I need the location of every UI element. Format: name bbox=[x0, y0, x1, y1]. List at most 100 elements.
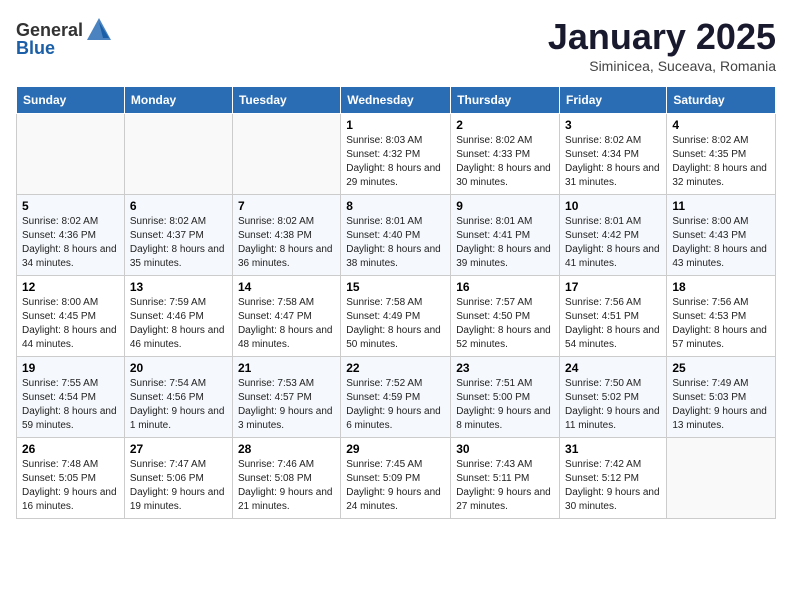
month-title: January 2025 bbox=[548, 16, 776, 58]
weekday-header-sunday: Sunday bbox=[17, 87, 125, 114]
day-info: Sunrise: 7:55 AM Sunset: 4:54 PM Dayligh… bbox=[22, 377, 119, 433]
weekday-header-friday: Friday bbox=[560, 87, 667, 114]
calendar-cell: 8Sunrise: 8:01 AM Sunset: 4:40 PM Daylig… bbox=[341, 195, 451, 276]
logo-blue: Blue bbox=[16, 38, 55, 59]
day-info: Sunrise: 8:02 AM Sunset: 4:34 PM Dayligh… bbox=[565, 134, 661, 190]
day-info: Sunrise: 8:02 AM Sunset: 4:37 PM Dayligh… bbox=[130, 215, 227, 271]
calendar-cell: 19 Sunrise: 7:55 AM Sunset: 4:54 PM Dayli… bbox=[17, 357, 125, 438]
day-number: 22 bbox=[346, 361, 445, 375]
day-number: 4 bbox=[672, 118, 770, 132]
day-info: Sunrise: 7:48 AM Sunset: 5:05 PM Dayligh… bbox=[22, 458, 119, 514]
day-number: 30 bbox=[456, 442, 554, 456]
week-row-3: 12 Sunrise: 8:00 AM Sunset: 4:45 PM Dayli… bbox=[17, 276, 776, 357]
calendar-cell: 16 Sunrise: 7:57 AM Sunset: 4:50 PM Dayli… bbox=[451, 276, 560, 357]
weekday-header-wednesday: Wednesday bbox=[341, 87, 451, 114]
day-number: 24 bbox=[565, 361, 661, 375]
day-info: Sunrise: 8:00 AM Sunset: 4:45 PM Dayligh… bbox=[22, 296, 119, 352]
logo-icon bbox=[85, 16, 113, 44]
calendar-cell: 6 Sunrise: 8:02 AM Sunset: 4:37 PM Daylig… bbox=[124, 195, 232, 276]
day-info: Sunrise: 7:57 AM Sunset: 4:50 PM Dayligh… bbox=[456, 296, 554, 352]
calendar-cell: 4 Sunrise: 8:02 AM Sunset: 4:35 PM Daylig… bbox=[667, 114, 776, 195]
day-info: Sunrise: 7:58 AM Sunset: 4:49 PM Dayligh… bbox=[346, 296, 445, 352]
day-number: 7 bbox=[238, 199, 335, 213]
day-number: 19 bbox=[22, 361, 119, 375]
calendar-cell: 3 Sunrise: 8:02 AM Sunset: 4:34 PM Daylig… bbox=[560, 114, 667, 195]
day-number: 28 bbox=[238, 442, 335, 456]
calendar-cell bbox=[667, 438, 776, 519]
week-row-1: 1 Sunrise: 8:03 AM Sunset: 4:32 PM Daylig… bbox=[17, 114, 776, 195]
calendar-cell: 25 Sunrise: 7:49 AM Sunset: 5:03 PM Dayli… bbox=[667, 357, 776, 438]
calendar-cell: 17 Sunrise: 7:56 AM Sunset: 4:51 PM Dayli… bbox=[560, 276, 667, 357]
day-info: Sunrise: 7:56 AM Sunset: 4:51 PM Dayligh… bbox=[565, 296, 661, 352]
day-number: 1 bbox=[346, 118, 445, 132]
day-info: Sunrise: 7:42 AM Sunset: 5:12 PM Dayligh… bbox=[565, 458, 661, 514]
day-info: Sunrise: 8:02 AM Sunset: 4:35 PM Dayligh… bbox=[672, 134, 770, 190]
day-number: 17 bbox=[565, 280, 661, 294]
calendar-cell: 23 Sunrise: 7:51 AM Sunset: 5:00 PM Dayli… bbox=[451, 357, 560, 438]
day-number: 27 bbox=[130, 442, 227, 456]
calendar-cell: 20 Sunrise: 7:54 AM Sunset: 4:56 PM Dayli… bbox=[124, 357, 232, 438]
calendar-cell: 1 Sunrise: 8:03 AM Sunset: 4:32 PM Daylig… bbox=[341, 114, 451, 195]
calendar-cell: 18 Sunrise: 7:56 AM Sunset: 4:53 PM Dayli… bbox=[667, 276, 776, 357]
day-number: 20 bbox=[130, 361, 227, 375]
calendar-cell bbox=[124, 114, 232, 195]
day-info: Sunrise: 7:43 AM Sunset: 5:11 PM Dayligh… bbox=[456, 458, 554, 514]
title-block: January 2025 Siminicea, Suceava, Romania bbox=[548, 16, 776, 74]
day-info: Sunrise: 8:01 AM Sunset: 4:41 PM Dayligh… bbox=[456, 215, 554, 271]
calendar-cell: 12 Sunrise: 8:00 AM Sunset: 4:45 PM Dayli… bbox=[17, 276, 125, 357]
day-number: 18 bbox=[672, 280, 770, 294]
page-header: General Blue January 2025 Siminicea, Suc… bbox=[16, 16, 776, 74]
location-subtitle: Siminicea, Suceava, Romania bbox=[548, 58, 776, 74]
day-info: Sunrise: 7:54 AM Sunset: 4:56 PM Dayligh… bbox=[130, 377, 227, 433]
calendar-cell: 27Sunrise: 7:47 AM Sunset: 5:06 PM Dayli… bbox=[124, 438, 232, 519]
day-number: 13 bbox=[130, 280, 227, 294]
day-number: 31 bbox=[565, 442, 661, 456]
day-number: 21 bbox=[238, 361, 335, 375]
day-number: 11 bbox=[672, 199, 770, 213]
day-info: Sunrise: 8:00 AM Sunset: 4:43 PM Dayligh… bbox=[672, 215, 770, 271]
day-number: 26 bbox=[22, 442, 119, 456]
calendar-cell: 9 Sunrise: 8:01 AM Sunset: 4:41 PM Daylig… bbox=[451, 195, 560, 276]
calendar-cell: 30 Sunrise: 7:43 AM Sunset: 5:11 PM Dayli… bbox=[451, 438, 560, 519]
week-row-4: 19 Sunrise: 7:55 AM Sunset: 4:54 PM Dayli… bbox=[17, 357, 776, 438]
day-number: 25 bbox=[672, 361, 770, 375]
day-number: 2 bbox=[456, 118, 554, 132]
day-number: 3 bbox=[565, 118, 661, 132]
day-info: Sunrise: 8:01 AM Sunset: 4:42 PM Dayligh… bbox=[565, 215, 661, 271]
day-info: Sunrise: 8:02 AM Sunset: 4:36 PM Dayligh… bbox=[22, 215, 119, 271]
day-info: Sunrise: 7:59 AM Sunset: 4:46 PM Dayligh… bbox=[130, 296, 227, 352]
calendar-cell bbox=[232, 114, 340, 195]
weekday-header-thursday: Thursday bbox=[451, 87, 560, 114]
calendar-cell: 26 Sunrise: 7:48 AM Sunset: 5:05 PM Dayli… bbox=[17, 438, 125, 519]
calendar-cell: 11 Sunrise: 8:00 AM Sunset: 4:43 PM Dayli… bbox=[667, 195, 776, 276]
calendar-cell: 2 Sunrise: 8:02 AM Sunset: 4:33 PM Daylig… bbox=[451, 114, 560, 195]
day-number: 6 bbox=[130, 199, 227, 213]
day-number: 29 bbox=[346, 442, 445, 456]
day-info: Sunrise: 7:45 AM Sunset: 5:09 PM Dayligh… bbox=[346, 458, 445, 514]
day-info: Sunrise: 7:51 AM Sunset: 5:00 PM Dayligh… bbox=[456, 377, 554, 433]
calendar-cell: 31 Sunrise: 7:42 AM Sunset: 5:12 PM Dayli… bbox=[560, 438, 667, 519]
day-info: Sunrise: 8:03 AM Sunset: 4:32 PM Dayligh… bbox=[346, 134, 445, 190]
day-info: Sunrise: 8:01 AM Sunset: 4:40 PM Dayligh… bbox=[346, 215, 445, 271]
day-number: 9 bbox=[456, 199, 554, 213]
day-info: Sunrise: 8:02 AM Sunset: 4:38 PM Dayligh… bbox=[238, 215, 335, 271]
day-number: 12 bbox=[22, 280, 119, 294]
calendar-cell bbox=[17, 114, 125, 195]
day-info: Sunrise: 7:49 AM Sunset: 5:03 PM Dayligh… bbox=[672, 377, 770, 433]
weekday-header-saturday: Saturday bbox=[667, 87, 776, 114]
day-number: 5 bbox=[22, 199, 119, 213]
day-number: 16 bbox=[456, 280, 554, 294]
weekday-header-row: SundayMondayTuesdayWednesdayThursdayFrid… bbox=[17, 87, 776, 114]
day-number: 23 bbox=[456, 361, 554, 375]
day-number: 10 bbox=[565, 199, 661, 213]
day-info: Sunrise: 7:53 AM Sunset: 4:57 PM Dayligh… bbox=[238, 377, 335, 433]
day-info: Sunrise: 8:02 AM Sunset: 4:33 PM Dayligh… bbox=[456, 134, 554, 190]
calendar-cell: 24Sunrise: 7:50 AM Sunset: 5:02 PM Dayli… bbox=[560, 357, 667, 438]
calendar-cell: 28Sunrise: 7:46 AM Sunset: 5:08 PM Dayli… bbox=[232, 438, 340, 519]
calendar-cell: 15Sunrise: 7:58 AM Sunset: 4:49 PM Dayli… bbox=[341, 276, 451, 357]
week-row-5: 26 Sunrise: 7:48 AM Sunset: 5:05 PM Dayli… bbox=[17, 438, 776, 519]
calendar-table: SundayMondayTuesdayWednesdayThursdayFrid… bbox=[16, 86, 776, 519]
day-info: Sunrise: 7:58 AM Sunset: 4:47 PM Dayligh… bbox=[238, 296, 335, 352]
day-info: Sunrise: 7:56 AM Sunset: 4:53 PM Dayligh… bbox=[672, 296, 770, 352]
calendar-cell: 21 Sunrise: 7:53 AM Sunset: 4:57 PM Dayli… bbox=[232, 357, 340, 438]
